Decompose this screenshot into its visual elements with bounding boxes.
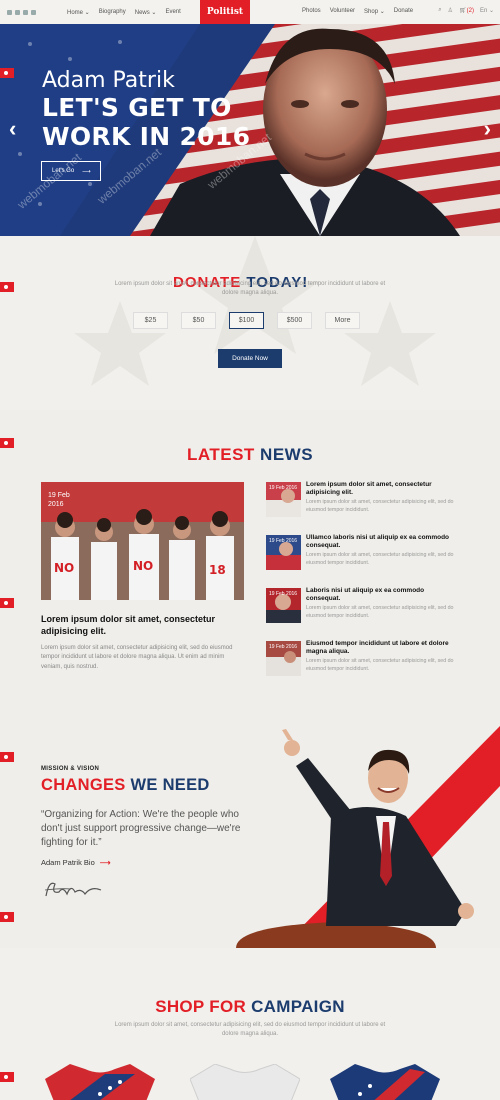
user-icon[interactable]: ♙	[448, 7, 453, 14]
site-logo[interactable]: Politist	[200, 0, 250, 24]
news-thumb-date: 19 Feb 2016	[269, 591, 298, 597]
nav-item-donate[interactable]: Donate	[394, 8, 413, 15]
hero-tagline: LET'S GET TO WORK IN 2016	[42, 93, 251, 151]
news-item-title[interactable]: Lorem ipsum dolor sit amet, consectetur …	[306, 481, 456, 497]
news-thumbnail: 19 Feb 2016	[266, 535, 301, 570]
news-item-text: Lorem ipsum dolor sit amet, consectetur …	[306, 605, 454, 619]
nav-left: Home ⌄ Biography News ⌄ Event	[67, 9, 181, 16]
donate-section: DONATE TODAY! Lorem ipsum dolor sit amet…	[0, 236, 500, 410]
nav-item-event[interactable]: Event	[165, 9, 180, 16]
news-item-text: Lorem ipsum dolor sit amet, consectetur …	[306, 552, 454, 566]
news-thumbnail: 19 Feb 2016	[266, 588, 301, 623]
arrow-right-icon: ⟶	[99, 858, 111, 867]
nav-item-volunteer[interactable]: Volunteer	[330, 8, 355, 15]
feature-news-date: 19 Feb 2016	[48, 492, 70, 509]
twitter-icon[interactable]	[15, 9, 20, 15]
nav-item-biography[interactable]: Biography	[99, 9, 126, 16]
lets-go-button[interactable]: Let's Go ⟶	[41, 161, 101, 181]
shirt-product-white[interactable]	[190, 1064, 300, 1100]
news-thumbnail: 19 Feb 2016	[266, 641, 301, 676]
side-marker	[0, 282, 14, 292]
news-list-item[interactable]: 19 Feb 2016 Lorem ipsum dolor sit amet, …	[266, 481, 456, 522]
svg-text:NO: NO	[54, 561, 74, 575]
google-plus-icon[interactable]	[23, 9, 28, 15]
feature-news-image[interactable]: NO NO 18 19 Feb 2016	[41, 482, 244, 600]
mission-eyebrow: MISSION & VISION	[41, 766, 100, 772]
nav-item-photos[interactable]: Photos	[302, 8, 321, 15]
news-item-title[interactable]: Ullamco laboris nisi ut aliquip ex ea co…	[306, 534, 456, 550]
shop-title: SHOP FOR CAMPAIGN	[155, 997, 345, 1016]
amount-option[interactable]: $25	[133, 312, 168, 329]
slider-next-icon[interactable]: ›	[484, 116, 491, 142]
social-links	[7, 9, 55, 15]
hero-slider: Adam Patrik LET'S GET TO WORK IN 2016 Le…	[0, 24, 500, 236]
cart-icon[interactable]: 🛒︎(2)	[459, 7, 474, 14]
amount-option[interactable]: $50	[181, 312, 216, 329]
shirt-product-blue[interactable]	[330, 1064, 440, 1100]
side-marker	[0, 912, 14, 922]
news-thumb-date: 19 Feb 2016	[269, 538, 298, 544]
news-thumb-date: 19 Feb 2016	[269, 485, 298, 491]
search-icon[interactable]: ⌕	[438, 7, 441, 14]
mission-section: MISSION & VISION CHANGES WE NEED “Organi…	[0, 726, 500, 948]
amount-option-selected[interactable]: $100	[229, 312, 264, 329]
side-marker	[0, 752, 14, 762]
candidate-photo	[236, 726, 500, 948]
top-nav: Home ⌄ Biography News ⌄ Event Politist P…	[0, 0, 500, 24]
feature-news-text: Lorem ipsum dolor sit amet, consectetur …	[41, 645, 233, 670]
donate-description: Lorem ipsum dolor sit amet, consectetur …	[114, 281, 386, 296]
svg-text:NO: NO	[133, 559, 153, 573]
news-section: LATEST NEWS NO NO 18 19 Feb 2016 Lorem i…	[0, 410, 500, 726]
news-thumbnail: 19 Feb 2016	[266, 482, 301, 517]
news-item-text: Lorem ipsum dolor sit amet, consectetur …	[306, 499, 454, 513]
bio-link[interactable]: Adam Patrik Bio ⟶	[41, 858, 111, 867]
shirt-product-red[interactable]	[45, 1064, 155, 1100]
amount-option[interactable]: $500	[277, 312, 312, 329]
side-marker	[0, 1072, 14, 1082]
slider-prev-icon[interactable]: ‹	[9, 116, 16, 142]
news-list-item[interactable]: 19 Feb 2016 Eiusmod tempor incididunt ut…	[266, 640, 456, 681]
signature-image	[44, 882, 102, 897]
instagram-icon[interactable]	[31, 9, 36, 15]
side-settings-icon[interactable]	[0, 68, 14, 78]
feature-news-title[interactable]: Lorem ipsum dolor sit amet, consectetur …	[41, 614, 251, 637]
nav-item-shop[interactable]: Shop ⌄	[364, 8, 385, 15]
donate-now-button[interactable]: Donate Now	[218, 349, 282, 368]
donation-amounts: $25 $50 $100 $500 More	[133, 312, 360, 329]
news-list-item[interactable]: 19 Feb 2016 Ullamco laboris nisi ut aliq…	[266, 534, 456, 575]
hero-name: Adam Patrik	[42, 68, 175, 93]
nav-tools: ⌕ ♙ 🛒︎(2) En ⌄	[438, 7, 494, 14]
news-list-item[interactable]: 19 Feb 2016 Laboris nisi ut aliquip ex e…	[266, 587, 456, 628]
news-item-title[interactable]: Eiusmod tempor incididunt ut labore et d…	[306, 640, 456, 656]
side-marker	[0, 598, 14, 608]
nav-item-news[interactable]: News ⌄	[135, 9, 157, 16]
language-select[interactable]: En ⌄	[480, 7, 494, 14]
svg-text:18: 18	[209, 563, 226, 577]
shop-section: SHOP FOR CAMPAIGN Lorem ipsum dolor sit …	[0, 948, 500, 1100]
news-thumb-date: 19 Feb 2016	[269, 644, 298, 650]
mission-title: CHANGES WE NEED	[41, 776, 210, 794]
facebook-icon[interactable]	[7, 9, 12, 15]
side-marker	[0, 438, 14, 448]
mission-quote: “Organizing for Action: We're the people…	[41, 809, 241, 848]
arrow-right-icon: ⟶	[82, 168, 91, 175]
news-title: LATEST NEWS	[186, 445, 314, 464]
cart-count: (2)	[466, 8, 474, 14]
nav-right: Photos Volunteer Shop ⌄ Donate	[302, 8, 413, 15]
nav-item-home[interactable]: Home ⌄	[67, 9, 90, 16]
news-item-title[interactable]: Laboris nisi ut aliquip ex ea commodo co…	[306, 587, 456, 603]
page: Home ⌄ Biography News ⌄ Event Politist P…	[0, 0, 500, 1100]
amount-option-more[interactable]: More	[325, 312, 360, 329]
news-item-text: Lorem ipsum dolor sit amet, consectetur …	[306, 658, 454, 672]
shop-description: Lorem ipsum dolor sit amet, consectetur …	[114, 1022, 386, 1037]
